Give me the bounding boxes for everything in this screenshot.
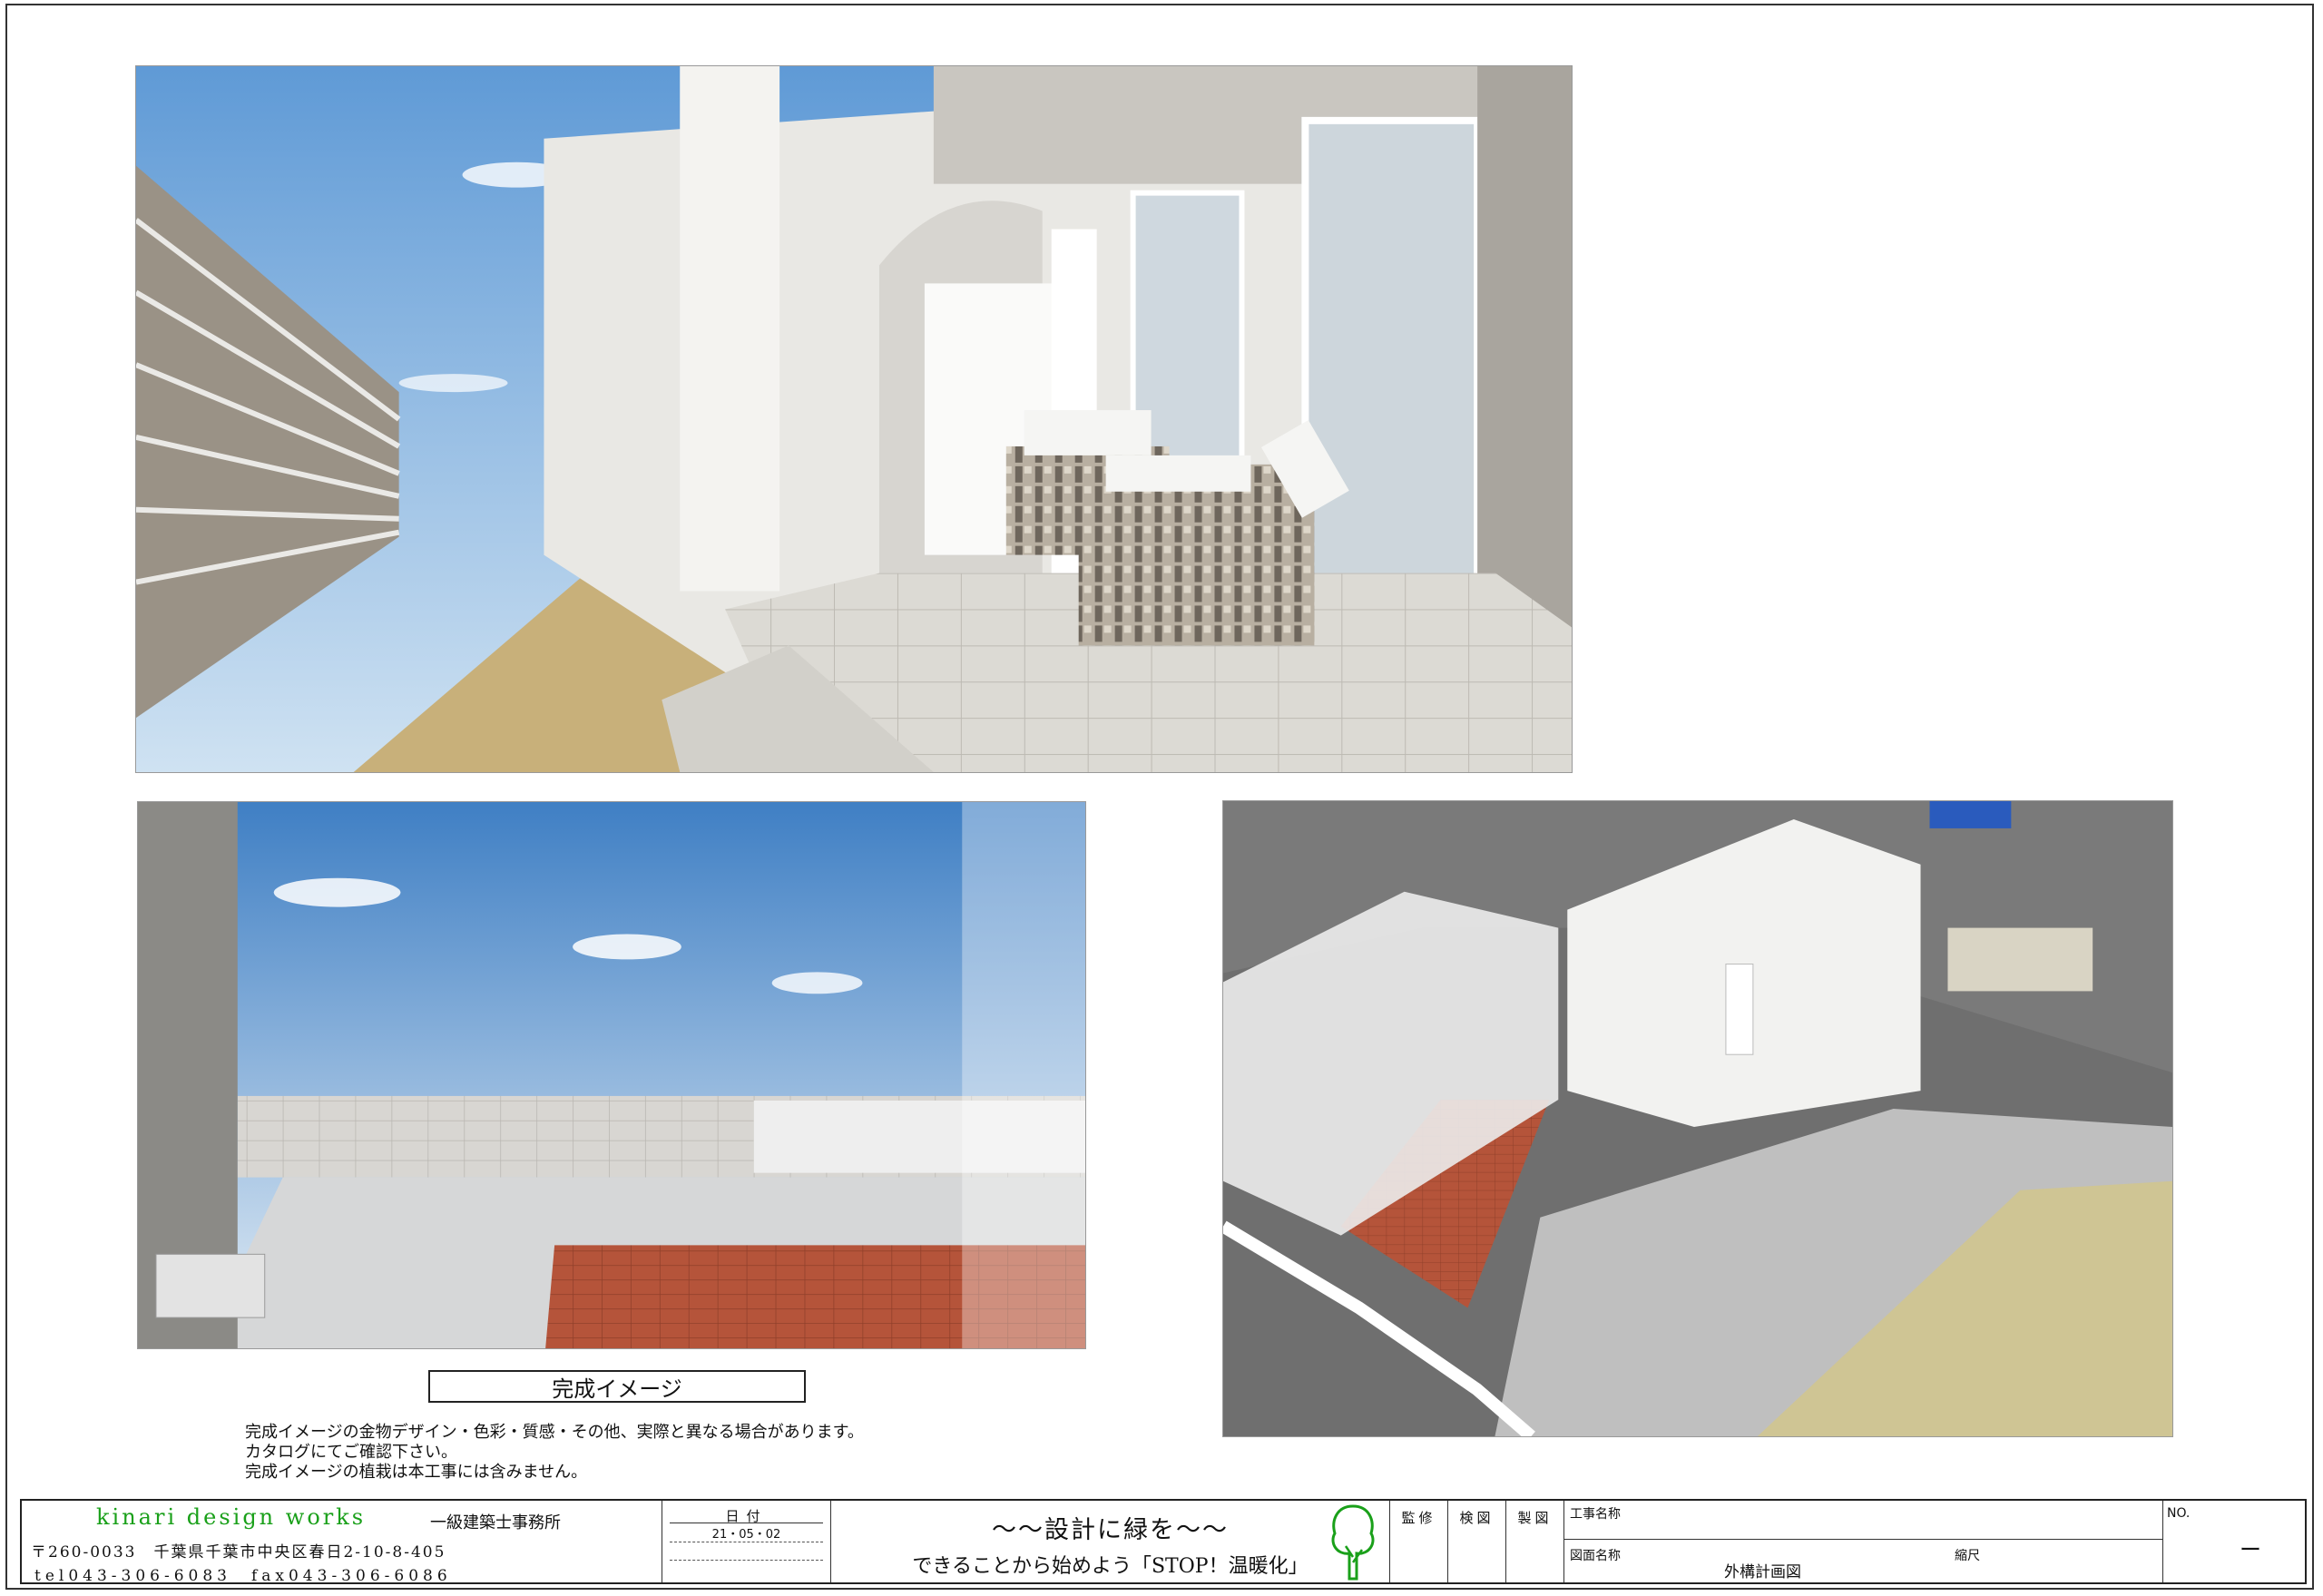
tree-icon (1331, 1504, 1375, 1581)
drafting-label: 製図 (1517, 1510, 1553, 1526)
drawing-name-label: 図面名称 (1570, 1549, 1621, 1563)
note-line: カタログにてご確認下さい。 (245, 1443, 457, 1462)
firm-phone: tel043-306-6083 fax043-306-6086 (34, 1567, 452, 1585)
number-label: NO. (2167, 1506, 2191, 1521)
slogan-cell: ～～設計に緑を～～ できることから始めよう「STOP！温暖化」 (831, 1501, 1390, 1582)
scale-label: 縮尺 (1955, 1549, 1980, 1563)
number-value: ー (2240, 1537, 2261, 1562)
project-divider (1564, 1539, 2162, 1540)
date-value: 21・05・02 (711, 1528, 781, 1542)
project-cell: 工事名称 図面名称 外構計画図 縮尺 (1564, 1501, 2163, 1582)
drafting-cell: 製図 (1506, 1501, 1564, 1582)
note-line: 完成イメージの植栽は本工事には含みません。 (245, 1463, 588, 1482)
terrace-render-image (135, 65, 1573, 773)
project-name-label: 工事名称 (1570, 1507, 1621, 1522)
supervision-cell: 監修 (1390, 1501, 1448, 1582)
firm-type: 一級建築士事務所 (430, 1513, 561, 1532)
title-block: kinari design works 一級建築士事務所 〒260-0033 千… (20, 1499, 2307, 1585)
date-cell: 日付 21・05・02 (662, 1501, 831, 1582)
caption-title: 完成イメージ (552, 1376, 682, 1402)
aerial-render-image (1222, 800, 2173, 1437)
check-cell: 検図 (1448, 1501, 1506, 1582)
firm-cell: kinari design works 一級建築士事務所 〒260-0033 千… (22, 1501, 662, 1585)
slogan-sub: できることから始めよう「STOP！温暖化」 (912, 1555, 1309, 1578)
yard-render-image (137, 801, 1086, 1349)
firm-address: 〒260-0033 千葉県千葉市中央区春日2-10-8-405 (31, 1543, 446, 1562)
notes: 完成イメージの金物デザイン・色彩・質感・その他、実際と異なる場合があります。 カ… (245, 1423, 864, 1483)
note-line: 完成イメージの金物デザイン・色彩・質感・その他、実際と異なる場合があります。 (245, 1423, 864, 1442)
number-cell: NO. ー (2163, 1501, 2305, 1582)
supervision-label: 監修 (1401, 1510, 1436, 1526)
check-label: 検図 (1459, 1510, 1495, 1526)
completion-image-caption: 完成イメージ (428, 1370, 806, 1403)
firm-name: kinari design works (96, 1504, 367, 1530)
drawing-name: 外構計画図 (1724, 1563, 1801, 1581)
slogan-main: ～～設計に緑を～～ (992, 1516, 1229, 1544)
